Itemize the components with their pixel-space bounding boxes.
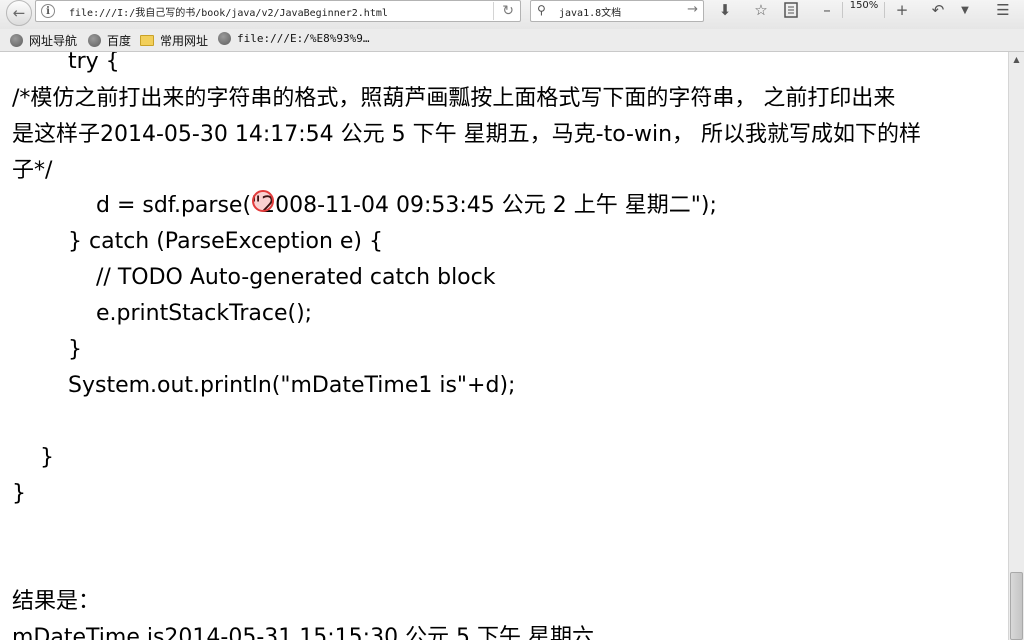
star-icon[interactable]: ☆ — [750, 0, 772, 20]
toolbar-separator — [884, 2, 885, 18]
zoom-out-icon[interactable]: – — [816, 0, 838, 20]
scroll-up-icon[interactable]: ▲ — [1009, 52, 1024, 66]
url-bar[interactable]: i file:///I:/我自己写的书/book/java/v2/JavaBeg… — [35, 0, 521, 22]
comment-line: 是这样子2014-05-30 14:17:54 公元 5 下午 星期五，马克-t… — [12, 122, 922, 147]
download-icon[interactable]: ⬇ — [714, 0, 736, 20]
comment-line: /*模仿之前打出来的字符串的格式，照葫芦画瓢按上面格式写下面的字符串， 之前打印… — [12, 86, 896, 111]
search-icon: ⚲ — [537, 3, 546, 17]
bookmarks-bar: 网址导航 百度 常用网址 file:///E:/%E8%93%9… — [0, 29, 1024, 52]
url-text[interactable]: file:///I:/我自己写的书/book/java/v2/JavaBegin… — [69, 4, 388, 19]
bookmark-label: 百度 — [107, 34, 132, 48]
browser-toolbar: ← i file:///I:/我自己写的书/book/java/v2/JavaB… — [0, 0, 1024, 29]
reload-icon[interactable]: ↻ — [493, 2, 514, 20]
go-arrow-icon[interactable]: → — [687, 2, 698, 17]
code-line: } — [68, 337, 82, 362]
code-line: e.printStackTrace(); — [96, 301, 313, 326]
bookmark-baidu[interactable]: 百度 — [88, 32, 131, 49]
bookmark-label: file:///E:/%E8%93%9… — [237, 32, 370, 45]
result-line: mDateTime is2014-05-31 15:15:30 公元 5 下午 … — [12, 625, 595, 640]
code-line: } — [12, 481, 26, 506]
hamburger-menu-icon[interactable]: ☰ — [992, 0, 1014, 20]
bookmark-folder-common[interactable]: 常用网址 — [140, 32, 208, 49]
globe-icon — [218, 32, 231, 45]
folder-icon — [140, 35, 154, 46]
back-arrow-icon: ← — [12, 4, 26, 22]
globe-icon — [88, 34, 101, 47]
code-line: } — [40, 445, 54, 470]
code-line: try { — [68, 52, 120, 74]
vertical-scrollbar[interactable]: ▲ — [1008, 52, 1024, 640]
mouse-cursor-highlight — [252, 190, 274, 212]
scrollbar-thumb[interactable] — [1010, 572, 1023, 640]
code-line: } catch (ParseException e) { — [68, 229, 383, 254]
search-bar[interactable]: ⚲ java1.8文档 → — [530, 0, 704, 22]
globe-icon — [10, 34, 23, 47]
bookmark-nav[interactable]: 网址导航 — [10, 32, 77, 49]
info-icon[interactable]: i — [41, 4, 55, 18]
result-heading: 结果是： — [12, 589, 101, 614]
reader-icon[interactable] — [780, 0, 802, 20]
page-content: try { /*模仿之前打出来的字符串的格式，照葫芦画瓢按上面格式写下面的字符串… — [0, 52, 1008, 640]
zoom-in-icon[interactable]: + — [891, 0, 913, 20]
bookmark-file[interactable]: file:///E:/%E8%93%9… — [218, 32, 369, 45]
bookmark-label: 网址导航 — [29, 34, 78, 48]
code-line: d = sdf.parse("2008-11-04 09:53:45 公元 2 … — [96, 193, 717, 218]
bookmark-label: 常用网址 — [160, 34, 209, 48]
undo-icon[interactable]: ↶ — [927, 0, 949, 20]
search-input[interactable]: java1.8文档 — [559, 4, 621, 19]
code-line: System.out.println("mDateTime1 is"+d); — [68, 373, 516, 398]
comment-line: 子*/ — [12, 158, 53, 183]
code-line: // TODO Auto-generated catch block — [96, 265, 496, 290]
chevron-down-icon[interactable]: ▼ — [954, 0, 976, 20]
toolbar-separator — [842, 2, 843, 18]
back-button[interactable]: ← — [6, 0, 32, 26]
zoom-level[interactable]: 150% — [846, 0, 882, 11]
